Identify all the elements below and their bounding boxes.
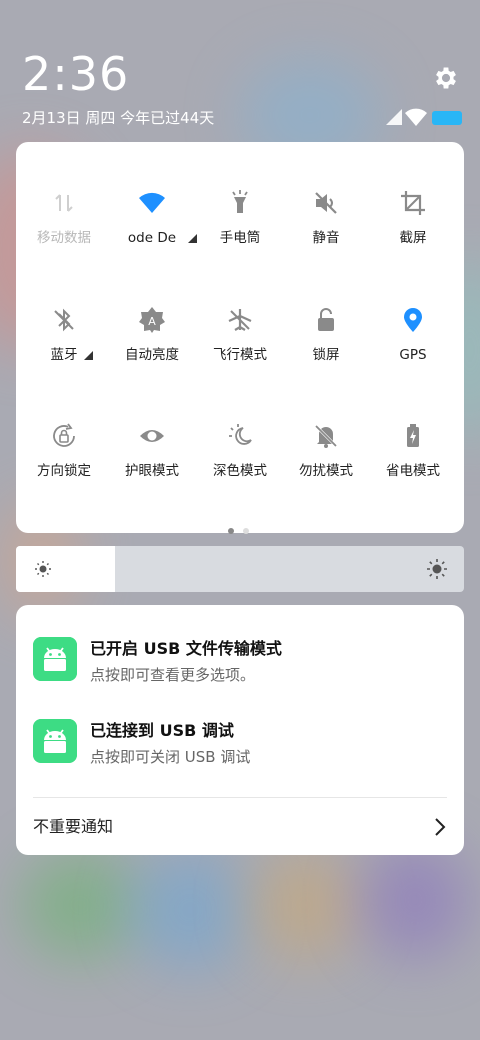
tile-label: 勿扰模式	[299, 463, 353, 479]
wifi-status-icon	[405, 108, 427, 126]
tile-battery-saver[interactable]: 省电模式	[369, 422, 457, 512]
tile-eye-comfort[interactable]: 护眼模式	[108, 422, 196, 512]
cellular-signal-icon	[386, 109, 402, 125]
notification-text: 点按即可查看更多选项。	[90, 666, 256, 684]
bell-off-icon	[314, 424, 338, 448]
tile-label: 静音	[312, 230, 340, 246]
bluetooth-off-icon	[54, 308, 74, 332]
battery-saver-icon	[407, 424, 419, 447]
notification-usb-file-transfer[interactable]: 已开启 USB 文件传输模式 点按即可查看更多选项。	[16, 637, 464, 707]
page-dot-active	[228, 528, 234, 534]
notification-text: 点按即可关闭 USB 调试	[90, 748, 251, 766]
page-dot	[243, 528, 249, 534]
tile-do-not-disturb[interactable]: 勿扰模式	[282, 422, 370, 512]
tile-label: 自动亮度	[125, 347, 179, 363]
tile-lock-screen[interactable]: 锁屏	[282, 306, 370, 396]
crop-icon	[401, 191, 425, 215]
clock: 2:36	[22, 47, 130, 101]
notification-usb-debugging[interactable]: 已连接到 USB 调试 点按即可关闭 USB 调试	[16, 719, 464, 789]
arrows-updown-icon	[55, 194, 73, 212]
tile-bluetooth[interactable]: 蓝牙	[20, 306, 108, 396]
svg-text:A: A	[148, 315, 156, 328]
location-pin-icon	[404, 308, 422, 332]
divider	[33, 797, 447, 798]
tile-label: 方向锁定	[37, 463, 91, 479]
speaker-muted-icon	[315, 192, 337, 214]
quick-settings-panel: 移动数据 ode De 手电筒 静音 截屏 蓝牙 A 自动亮度 飞行模式 锁屏 …	[16, 142, 464, 534]
dark-mode-icon	[229, 424, 252, 445]
notification-title: 已连接到 USB 调试	[90, 721, 234, 740]
settings-gear-icon[interactable]	[432, 64, 460, 92]
tile-label: 手电筒	[219, 230, 261, 246]
tile-auto-brightness[interactable]: A 自动亮度	[108, 306, 196, 396]
rotation-lock-icon	[53, 423, 75, 447]
android-icon	[33, 637, 77, 681]
tile-label: 截屏	[399, 230, 427, 246]
brightness-low-icon	[35, 561, 51, 577]
expand-arrow-icon	[84, 351, 93, 360]
tile-mobile-data[interactable]: 移动数据	[20, 189, 108, 279]
flashlight-icon	[232, 190, 248, 213]
tile-label: 移动数据	[37, 230, 91, 246]
tile-flashlight[interactable]: 手电筒	[196, 189, 284, 279]
brightness-slider[interactable]	[16, 546, 464, 592]
status-header: 2:36 2月13日 周四 今年已过44天	[0, 0, 480, 140]
tile-label: 锁屏	[312, 347, 340, 363]
tile-label: 护眼模式	[125, 463, 179, 479]
airplane-off-icon	[228, 309, 252, 331]
date-text: 2月13日 周四 今年已过44天	[22, 109, 215, 127]
brightness-high-icon	[427, 559, 447, 579]
android-icon	[33, 719, 77, 763]
tile-airplane[interactable]: 飞行模式	[196, 306, 284, 396]
notification-title: 已开启 USB 文件传输模式	[90, 639, 282, 658]
tile-label: 省电模式	[386, 463, 440, 479]
notification-card: 已开启 USB 文件传输模式 点按即可查看更多选项。 已连接到 USB 调试 点…	[16, 605, 464, 855]
tile-label: ode De	[127, 230, 177, 246]
tile-wifi[interactable]: ode De	[108, 189, 197, 279]
tile-silent[interactable]: 静音	[282, 189, 370, 279]
unimportant-notifications-link[interactable]: 不重要通知	[33, 816, 113, 838]
chevron-right-icon[interactable]	[434, 817, 446, 837]
tile-dark-mode[interactable]: 深色模式	[196, 422, 284, 512]
brightness-fill	[16, 546, 115, 592]
battery-icon	[432, 111, 462, 125]
tile-label: 深色模式	[213, 463, 267, 479]
auto-brightness-icon: A	[139, 307, 165, 333]
tile-label: GPS	[399, 347, 427, 363]
lock-icon	[318, 308, 334, 331]
tile-gps[interactable]: GPS	[369, 306, 457, 396]
tile-label: 蓝牙	[50, 347, 78, 363]
page-indicator	[228, 519, 258, 538]
eye-icon	[140, 430, 164, 442]
wifi-icon	[139, 192, 165, 213]
tile-rotation-lock[interactable]: 方向锁定	[20, 422, 108, 512]
tile-screenshot[interactable]: 截屏	[369, 189, 457, 279]
tile-label: 飞行模式	[213, 347, 267, 363]
